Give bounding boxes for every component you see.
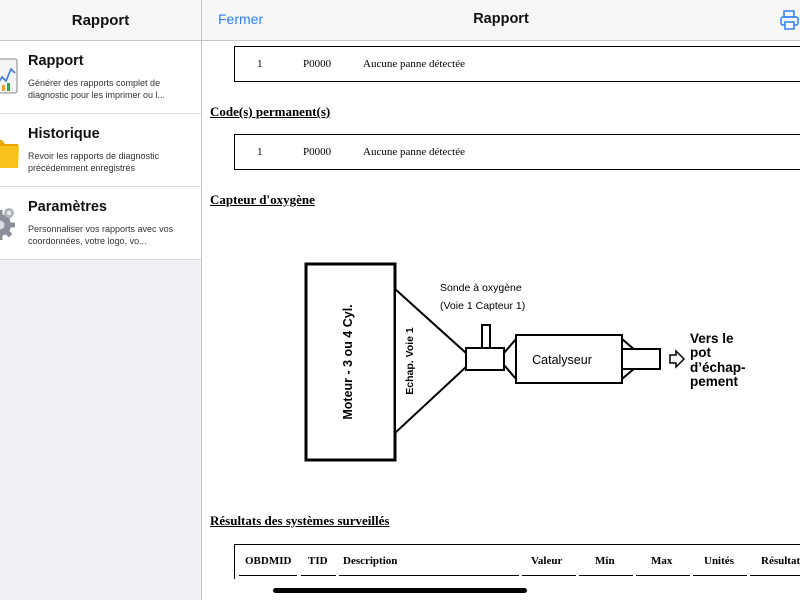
column-header: Unités (704, 555, 734, 567)
destination-line4: pement (690, 374, 739, 389)
sidebar: Rapport Rapport Générer des rapports com… (0, 0, 202, 600)
sidebar-item-desc: Revoir les rapports de diagnostic précéd… (28, 151, 160, 173)
column-header: Résultat (761, 555, 800, 567)
sidebar-item-title: Rapport (28, 53, 84, 69)
pipe-section (465, 347, 505, 371)
column-header: Max (651, 555, 673, 567)
sidebar-header: Rapport (0, 0, 201, 41)
permanent-codes-heading: Code(s) permanent(s) (210, 104, 331, 119)
results-table: OBDMID TID Description Valeur Min Max Un… (234, 544, 800, 579)
page-title: Rapport (473, 11, 529, 27)
oxygen-sensor-heading: Capteur d'oxygène (210, 192, 315, 207)
nav-bar: Fermer Rapport (202, 0, 800, 41)
oxygen-sensor (481, 324, 491, 349)
sidebar-item-title: Paramètres (28, 199, 107, 215)
column-header: Min (595, 555, 615, 567)
report-document[interactable]: 1 P0000 Aucune panne détectée Code(s) pe… (202, 41, 800, 600)
dtc-description: Aucune panne détectée (363, 58, 465, 70)
column-header: Valeur (531, 555, 563, 567)
sidebar-item-title: Historique (28, 126, 100, 142)
engine-label: Moteur - 3 ou 4 Cyl. (341, 304, 355, 419)
dtc-row: 1 P0000 Aucune panne détectée (234, 134, 800, 170)
sidebar-item-rapport[interactable]: Rapport Générer des rapports complet de … (0, 41, 201, 114)
sidebar-item-desc: Personnaliser vos rapports avec vos coor… (28, 224, 174, 246)
oxygen-sensor-diagram: Moteur - 3 ou 4 Cyl. Echap. Voie 1 Catal… (304, 262, 746, 462)
gear-icon (0, 208, 15, 240)
sidebar-item-historique[interactable]: Historique Revoir les rapports de diagno… (0, 114, 201, 187)
sidebar-item-parametres[interactable]: Paramètres Personnaliser vos rapports av… (0, 187, 201, 260)
report-chart-icon (0, 58, 18, 94)
home-indicator[interactable] (273, 588, 527, 593)
dtc-code: P0000 (303, 146, 332, 158)
sensor-label-line2: (Voie 1 Capteur 1) (440, 300, 525, 312)
tail-pipe (621, 348, 661, 370)
sensor-label-line1: Sonde à oxygène (440, 282, 522, 294)
dtc-row: 1 P0000 Aucune panne détectée (234, 46, 800, 82)
column-header: Description (343, 555, 398, 567)
catalyst-label: Catalyseur (532, 353, 592, 367)
destination-line2: pot (690, 345, 711, 360)
sidebar-title: Rapport (71, 11, 130, 29)
dtc-number: 1 (257, 146, 263, 158)
sidebar-item-desc: Générer des rapports complet de diagnost… (28, 78, 166, 100)
monitored-results-heading: Résultats des systèmes surveillés (210, 513, 390, 528)
dtc-code: P0000 (303, 58, 332, 70)
column-header: TID (308, 555, 328, 567)
destination-line3: d’échap- (690, 360, 746, 375)
column-header: OBDMID (245, 555, 292, 567)
printer-icon[interactable] (780, 10, 800, 30)
folder-icon (0, 140, 19, 168)
flow-arrow (669, 349, 686, 369)
destination-line1: Vers le (690, 331, 734, 346)
dtc-description: Aucune panne détectée (363, 146, 465, 158)
dtc-number: 1 (257, 58, 263, 70)
exhaust-label: Echap. Voie 1 (404, 327, 416, 395)
